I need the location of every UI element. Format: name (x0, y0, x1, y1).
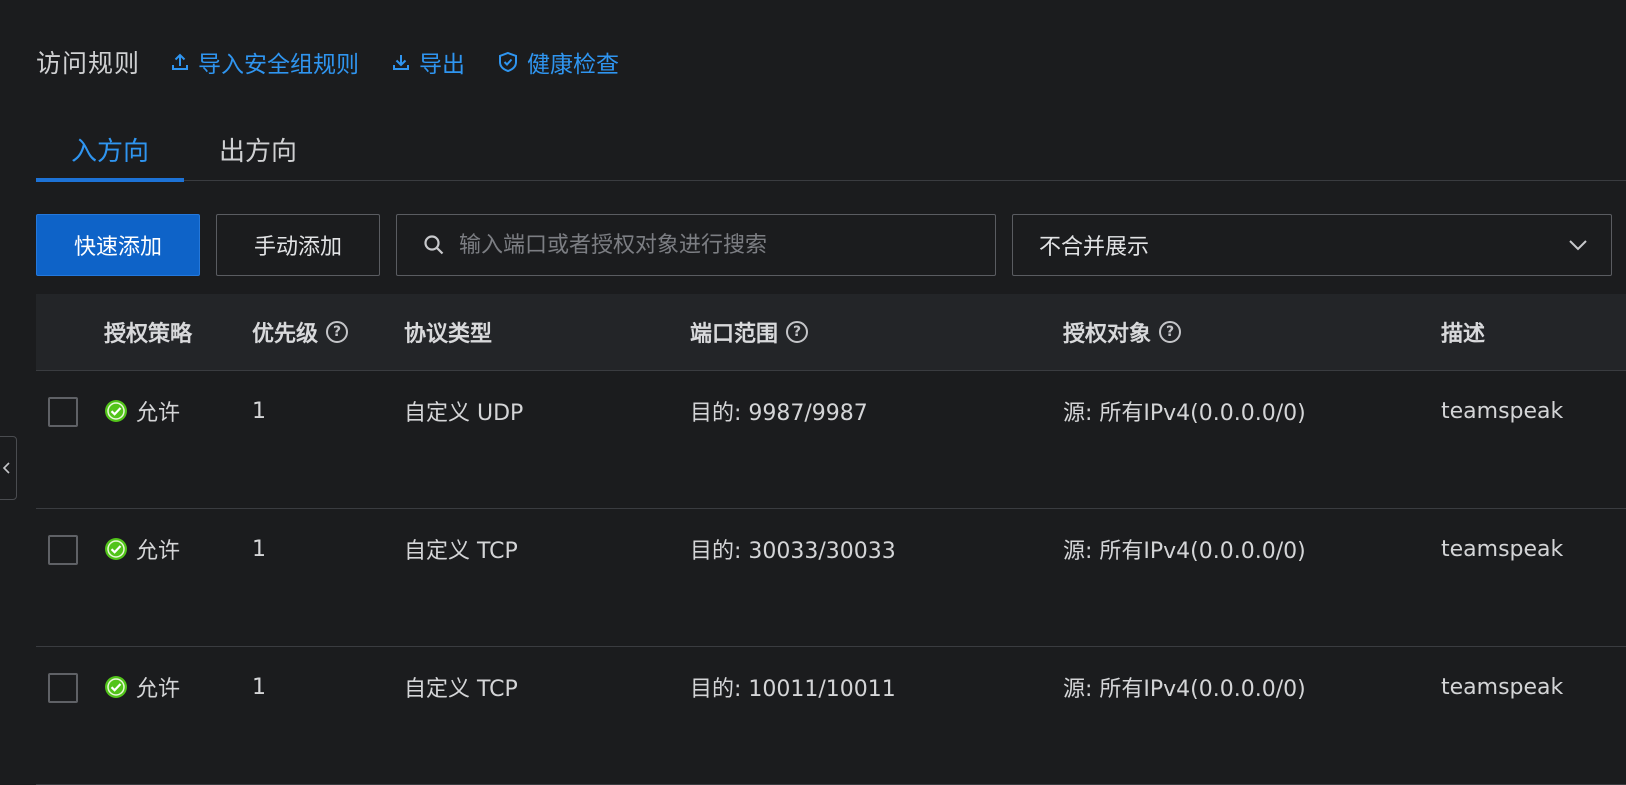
search-icon (424, 235, 444, 255)
quick-add-button[interactable]: 快速添加 (36, 214, 200, 276)
table-row: 允许 1 自定义 TCP 目的: 10011/10011 源: 所有IPv4(0… (36, 647, 1626, 785)
policy-cell: 允许 (104, 671, 180, 703)
search-box (396, 214, 996, 276)
row-checkbox[interactable] (48, 673, 78, 703)
header-description-label: 描述 (1441, 322, 1486, 347)
priority-cell: 1 (252, 674, 266, 700)
merge-display-select[interactable]: 不合并展示 (1012, 214, 1612, 276)
page-title: 访问规则 (36, 49, 141, 78)
rules-header: 访问规则 导入安全组规则 导出 健康检查 (36, 40, 651, 84)
sidebar-collapse-handle[interactable] (0, 436, 17, 500)
tab-inbound[interactable]: 入方向 (36, 118, 184, 182)
port-cell: 目的: 30033/30033 (690, 539, 896, 564)
description-cell: teamspeak (1441, 398, 1564, 424)
header-port-label: 端口范围 (690, 322, 779, 347)
direction-tabs: 入方向 出方向 (36, 118, 1626, 182)
import-rules-label: 导入安全组规则 (198, 52, 360, 78)
policy-cell: 允许 (104, 395, 180, 427)
check-circle-icon (105, 676, 127, 698)
merge-display-value: 不合并展示 (1039, 235, 1150, 260)
priority-help-icon[interactable]: ? (326, 321, 349, 343)
policy-label: 允许 (136, 677, 181, 702)
header-protocol-label: 协议类型 (404, 322, 493, 347)
export-label: 导出 (419, 52, 466, 78)
access-rules-page: 访问规则 导入安全组规则 导出 健康检查 入方向 出方向 快速添加 手动添加 输… (0, 0, 1626, 785)
port-cell: 目的: 9987/9987 (690, 401, 868, 426)
header-protocol: 协议类型 (404, 294, 492, 370)
protocol-cell: 自定义 TCP (404, 677, 518, 702)
policy-cell: 允许 (104, 533, 180, 565)
protocol-cell: 自定义 UDP (404, 401, 524, 426)
priority-cell: 1 (252, 536, 266, 562)
download-icon (393, 55, 410, 70)
manual-add-button[interactable]: 手动添加 (216, 214, 380, 276)
tab-outbound[interactable]: 出方向 (184, 118, 332, 180)
check-circle-icon (105, 538, 127, 560)
source-cell: 源: 所有IPv4(0.0.0.0/0) (1063, 401, 1306, 426)
policy-label: 允许 (136, 539, 181, 564)
description-cell: teamspeak (1441, 674, 1564, 700)
source-cell: 源: 所有IPv4(0.0.0.0/0) (1063, 539, 1306, 564)
header-priority: 优先级 ? (252, 294, 349, 370)
header-source: 授权对象 ? (1063, 294, 1182, 370)
row-checkbox[interactable] (48, 397, 78, 427)
header-source-label: 授权对象 (1063, 322, 1152, 347)
priority-cell: 1 (252, 398, 266, 424)
health-check-link[interactable]: 健康检查 (497, 45, 619, 79)
rules-table: 授权策略 优先级 ? 协议类型 端口范围 ? 授权对象 ? 描述 允许 1 自定… (36, 294, 1626, 785)
header-policy: 授权策略 (104, 294, 192, 370)
search-input[interactable] (457, 231, 981, 259)
check-circle-icon (105, 400, 127, 422)
row-checkbox[interactable] (48, 535, 78, 565)
health-check-label: 健康检查 (527, 52, 620, 78)
protocol-cell: 自定义 TCP (404, 539, 518, 564)
header-description: 描述 (1441, 294, 1485, 370)
port-help-icon[interactable]: ? (786, 321, 809, 343)
upload-icon (172, 53, 189, 70)
table-row: 允许 1 自定义 TCP 目的: 30033/30033 源: 所有IPv4(0… (36, 509, 1626, 647)
table-header: 授权策略 优先级 ? 协议类型 端口范围 ? 授权对象 ? 描述 (36, 294, 1626, 371)
header-port: 端口范围 ? (690, 294, 809, 370)
header-policy-label: 授权策略 (104, 322, 193, 347)
chevron-left-icon (2, 462, 10, 474)
description-cell: teamspeak (1441, 536, 1564, 562)
source-help-icon[interactable]: ? (1159, 321, 1182, 343)
table-row: 允许 1 自定义 UDP 目的: 9987/9987 源: 所有IPv4(0.0… (36, 371, 1626, 509)
import-rules-link[interactable]: 导入安全组规则 (170, 45, 359, 79)
port-cell: 目的: 10011/10011 (690, 677, 896, 702)
shield-check-icon (499, 51, 518, 73)
policy-label: 允许 (136, 401, 181, 426)
header-priority-label: 优先级 (252, 322, 319, 347)
source-cell: 源: 所有IPv4(0.0.0.0/0) (1063, 677, 1306, 702)
chevron-down-icon (1569, 240, 1587, 251)
export-link[interactable]: 导出 (391, 45, 465, 79)
